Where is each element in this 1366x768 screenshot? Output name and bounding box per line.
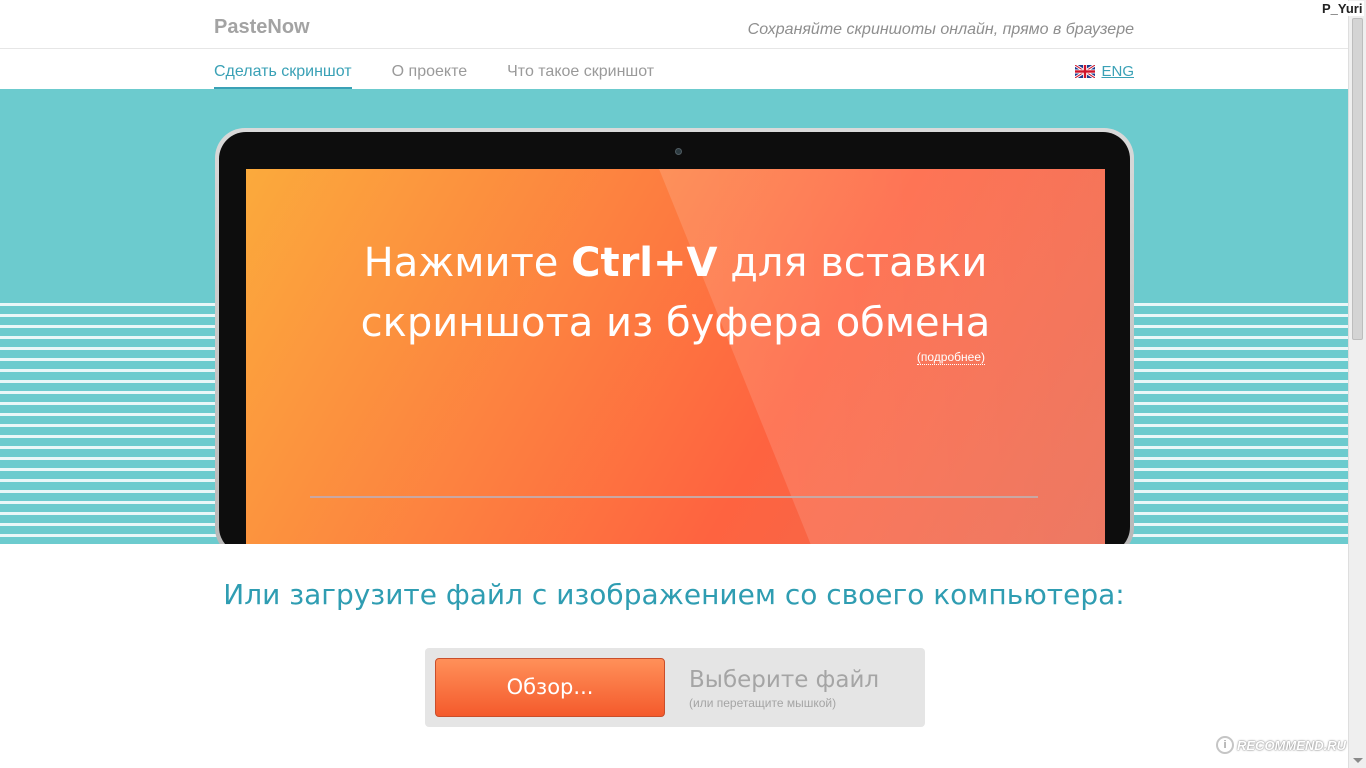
nav-item-about[interactable]: О проекте — [392, 63, 467, 89]
paste-instruction-prefix: Нажмите — [363, 240, 572, 286]
user-name-label: P_Yuri — [1320, 1, 1365, 16]
header-divider — [0, 48, 1348, 49]
vertical-scrollbar[interactable] — [1348, 0, 1366, 768]
main-nav: Сделать скриншот О проекте Что такое скр… — [214, 63, 654, 89]
paste-instruction: Нажмите Ctrl+V для вставки скриншота из … — [246, 233, 1105, 353]
nav-item-take-screenshot[interactable]: Сделать скриншот — [214, 63, 352, 89]
browse-button[interactable]: Обзор... — [435, 658, 665, 717]
brand-logo[interactable]: PasteNow — [214, 16, 310, 39]
paste-instruction-line1: Нажмите Ctrl+V для вставки — [246, 233, 1105, 293]
paste-instruction-suffix: для вставки — [717, 240, 988, 286]
tagline: Сохраняйте скриншоты онлайн, прямо в бра… — [747, 21, 1134, 38]
paste-instruction-line2: скриншота из буфера обмена — [360, 300, 991, 346]
progress-line — [310, 496, 1038, 498]
uk-flag-icon — [1075, 65, 1096, 78]
nav-item-what-is-screenshot[interactable]: Что такое скриншот — [507, 63, 654, 89]
scroll-down-icon[interactable] — [1353, 758, 1363, 763]
upload-title: Или загрузите файл с изображением со сво… — [223, 578, 1125, 611]
watermark-badge-icon: i — [1216, 736, 1234, 754]
language-switch[interactable]: ENG — [1075, 63, 1134, 80]
page: PasteNow Сохраняйте скриншоты онлайн, пр… — [0, 0, 1348, 768]
watermark: i RECOMMEND.RU — [1216, 736, 1346, 754]
laptop-frame: Нажмите Ctrl+V для вставки скриншота из … — [215, 128, 1134, 544]
hero-section: Нажмите Ctrl+V для вставки скриншота из … — [0, 89, 1348, 544]
more-info-link[interactable]: (подробнее) — [916, 350, 985, 365]
scroll-thumb[interactable] — [1352, 18, 1363, 340]
paste-area[interactable]: Нажмите Ctrl+V для вставки скриншота из … — [246, 169, 1105, 544]
watermark-text: RECOMMEND.RU — [1237, 737, 1347, 753]
choose-file-label[interactable]: Выберите файл — [689, 667, 879, 693]
camera-icon — [675, 148, 682, 155]
laptop-bezel: Нажмите Ctrl+V для вставки скриншота из … — [219, 132, 1130, 544]
screen-glare — [651, 169, 1105, 544]
shortcut-label: Ctrl+V — [571, 240, 718, 286]
file-upload-box[interactable]: Обзор... Выберите файл (или перетащите м… — [425, 648, 925, 727]
language-link-eng[interactable]: ENG — [1101, 63, 1134, 80]
drag-drop-hint: (или перетащите мышкой) — [689, 696, 837, 710]
